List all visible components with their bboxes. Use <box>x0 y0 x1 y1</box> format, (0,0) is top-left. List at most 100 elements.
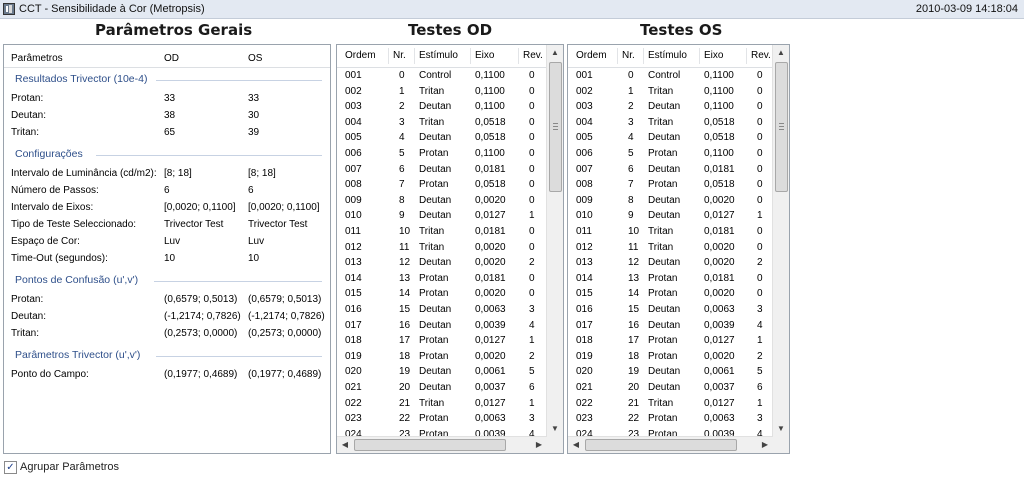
table-row[interactable]: 021 20 Deutan 0,0037 6 <box>568 380 773 396</box>
scrollbar-thumb[interactable] <box>354 439 506 451</box>
scrollbar-thumb[interactable] <box>585 439 737 451</box>
table-cell: 021 <box>345 382 362 393</box>
column-header[interactable]: Estímulo <box>648 50 687 61</box>
table-row[interactable]: 012 11 Tritan 0,0020 0 <box>568 240 773 256</box>
params-cell-od: Luv <box>164 236 181 247</box>
table-row[interactable]: 001 0 Control 0,1100 0 <box>568 68 773 84</box>
table-row[interactable]: 008 7 Protan 0,0518 0 <box>337 177 547 193</box>
table-row[interactable]: 013 12 Deutan 0,0020 2 <box>568 255 773 271</box>
table-cell: 0,0518 <box>475 132 506 144</box>
table-row[interactable]: 015 14 Protan 0,0020 0 <box>568 286 773 302</box>
table-row[interactable]: 020 19 Deutan 0,0061 5 <box>337 364 547 380</box>
column-header[interactable]: Eixo <box>704 50 723 61</box>
table-cell: 1 <box>529 210 535 222</box>
tests-os-grid[interactable]: Ordem Nr. Estímulo Eixo Rev. 001 0 Control 0,11… <box>567 44 790 454</box>
table-row[interactable]: 012 11 Tritan 0,0020 0 <box>337 240 547 256</box>
table-row[interactable]: 006 5 Protan 0,1100 0 <box>568 146 773 162</box>
params-cell-label: Protan: <box>11 93 44 104</box>
table-row[interactable]: 014 13 Protan 0,0181 0 <box>337 271 547 287</box>
group-params-checkbox[interactable]: ✓ <box>4 461 17 474</box>
column-header[interactable]: Rev. <box>523 50 543 61</box>
table-cell: 0,0127 <box>704 397 735 409</box>
table-row[interactable]: 011 10 Tritan 0,0181 0 <box>337 224 547 240</box>
table-row[interactable]: 007 6 Deutan 0,0181 0 <box>568 162 773 178</box>
table-row[interactable]: 017 16 Deutan 0,0039 4 <box>337 318 547 334</box>
table-row[interactable]: 016 15 Deutan 0,0063 3 <box>337 302 547 318</box>
table-cell: 1 <box>529 335 535 347</box>
table-cell: 5 <box>399 148 405 159</box>
table-row[interactable]: 023 22 Protan 0,0063 3 <box>568 411 773 427</box>
tests-os-vertical-scrollbar[interactable]: ▲ ▼ <box>772 45 789 437</box>
column-header[interactable]: Ordem <box>576 50 607 61</box>
scroll-up-arrow-icon[interactable]: ▲ <box>773 45 789 61</box>
table-row[interactable]: 005 4 Deutan 0,0518 0 <box>568 130 773 146</box>
table-cell: 0 <box>529 85 535 97</box>
params-cell-label: Deutan: <box>11 311 47 322</box>
scrollbar-thumb[interactable] <box>549 62 562 192</box>
table-cell: 0,0063 <box>704 413 735 425</box>
table-row[interactable]: 014 13 Protan 0,0181 0 <box>568 271 773 287</box>
column-header[interactable]: Eixo <box>475 50 494 61</box>
scroll-down-arrow-icon[interactable]: ▼ <box>547 421 563 437</box>
table-row[interactable]: 002 1 Tritan 0,1100 0 <box>568 84 773 100</box>
table-row[interactable]: 009 8 Deutan 0,0020 0 <box>337 193 547 209</box>
table-row[interactable]: 004 3 Tritan 0,0518 0 <box>568 115 773 131</box>
table-cell: 0 <box>529 288 535 300</box>
table-cell: 0,0127 <box>704 335 735 347</box>
table-row[interactable]: 005 4 Deutan 0,0518 0 <box>337 130 547 146</box>
group-params-label[interactable]: Agrupar Parâmetros <box>20 461 119 473</box>
table-cell: 013 <box>345 257 362 269</box>
table-cell: 0 <box>757 116 763 128</box>
table-row[interactable]: 011 10 Tritan 0,0181 0 <box>568 224 773 240</box>
column-header[interactable]: Ordem <box>345 50 376 61</box>
tests-os-horizontal-scrollbar[interactable]: ◀ ▶ <box>568 436 773 453</box>
table-row[interactable]: 017 16 Deutan 0,0039 4 <box>568 318 773 334</box>
table-row[interactable]: 009 8 Deutan 0,0020 0 <box>568 193 773 209</box>
scroll-right-arrow-icon[interactable]: ▶ <box>531 437 547 453</box>
table-cell: 0,1100 <box>704 85 734 97</box>
column-header[interactable]: Estímulo <box>419 50 458 61</box>
table-row[interactable]: 021 20 Deutan 0,0037 6 <box>337 380 547 396</box>
table-row[interactable]: 013 12 Deutan 0,0020 2 <box>337 255 547 271</box>
scroll-down-arrow-icon[interactable]: ▼ <box>773 421 789 437</box>
column-header[interactable]: Rev. <box>751 50 771 61</box>
table-row[interactable]: 007 6 Deutan 0,0181 0 <box>337 162 547 178</box>
scroll-up-arrow-icon[interactable]: ▲ <box>547 45 563 61</box>
scroll-left-arrow-icon[interactable]: ◀ <box>568 437 584 453</box>
scrollbar-thumb[interactable] <box>775 62 788 192</box>
tests-od-grid[interactable]: Ordem Nr. Estímulo Eixo Rev. 001 0 Control 0,11… <box>336 44 564 454</box>
table-cell: 2 <box>757 350 763 362</box>
table-row[interactable]: 020 19 Deutan 0,0061 5 <box>568 364 773 380</box>
table-row[interactable]: 019 18 Protan 0,0020 2 <box>568 349 773 365</box>
column-header[interactable]: Nr. <box>622 50 635 61</box>
params-cell-od: 65 <box>164 127 176 138</box>
table-row[interactable]: 019 18 Protan 0,0020 2 <box>337 349 547 365</box>
params-row: Tipo de Teste Seleccionado: Trivector Tes… <box>4 217 330 233</box>
table-row[interactable]: 018 17 Protan 0,0127 1 <box>568 333 773 349</box>
column-header[interactable]: Nr. <box>393 50 406 61</box>
table-cell: 0,0063 <box>704 304 735 315</box>
table-row[interactable]: 003 2 Deutan 0,1100 0 <box>337 99 547 115</box>
tests-od-vertical-scrollbar[interactable]: ▲ ▼ <box>546 45 563 437</box>
table-row[interactable]: 015 14 Protan 0,0020 0 <box>337 286 547 302</box>
table-row[interactable]: 002 1 Tritan 0,1100 0 <box>337 84 547 100</box>
table-cell: 003 <box>345 101 362 113</box>
table-row[interactable]: 001 0 Control 0,1100 0 <box>337 68 547 84</box>
table-cell: 22 <box>399 413 411 425</box>
table-row[interactable]: 022 21 Tritan 0,0127 1 <box>568 396 773 412</box>
table-row[interactable]: 016 15 Deutan 0,0063 3 <box>568 302 773 318</box>
table-row[interactable]: 022 21 Tritan 0,0127 1 <box>337 396 547 412</box>
params-header-label: Parâmetros <box>11 53 63 64</box>
table-row[interactable]: 006 5 Protan 0,1100 0 <box>337 146 547 162</box>
tests-od-horizontal-scrollbar[interactable]: ◀ ▶ <box>337 436 547 453</box>
table-row[interactable]: 018 17 Protan 0,0127 1 <box>337 333 547 349</box>
table-row[interactable]: 010 9 Deutan 0,0127 1 <box>337 208 547 224</box>
table-row[interactable]: 003 2 Deutan 0,1100 0 <box>568 99 773 115</box>
table-row[interactable]: 023 22 Protan 0,0063 3 <box>337 411 547 427</box>
table-cell: 014 <box>345 272 362 284</box>
scroll-left-arrow-icon[interactable]: ◀ <box>337 437 353 453</box>
scroll-right-arrow-icon[interactable]: ▶ <box>757 437 773 453</box>
table-row[interactable]: 004 3 Tritan 0,0518 0 <box>337 115 547 131</box>
table-row[interactable]: 008 7 Protan 0,0518 0 <box>568 177 773 193</box>
table-row[interactable]: 010 9 Deutan 0,0127 1 <box>568 208 773 224</box>
